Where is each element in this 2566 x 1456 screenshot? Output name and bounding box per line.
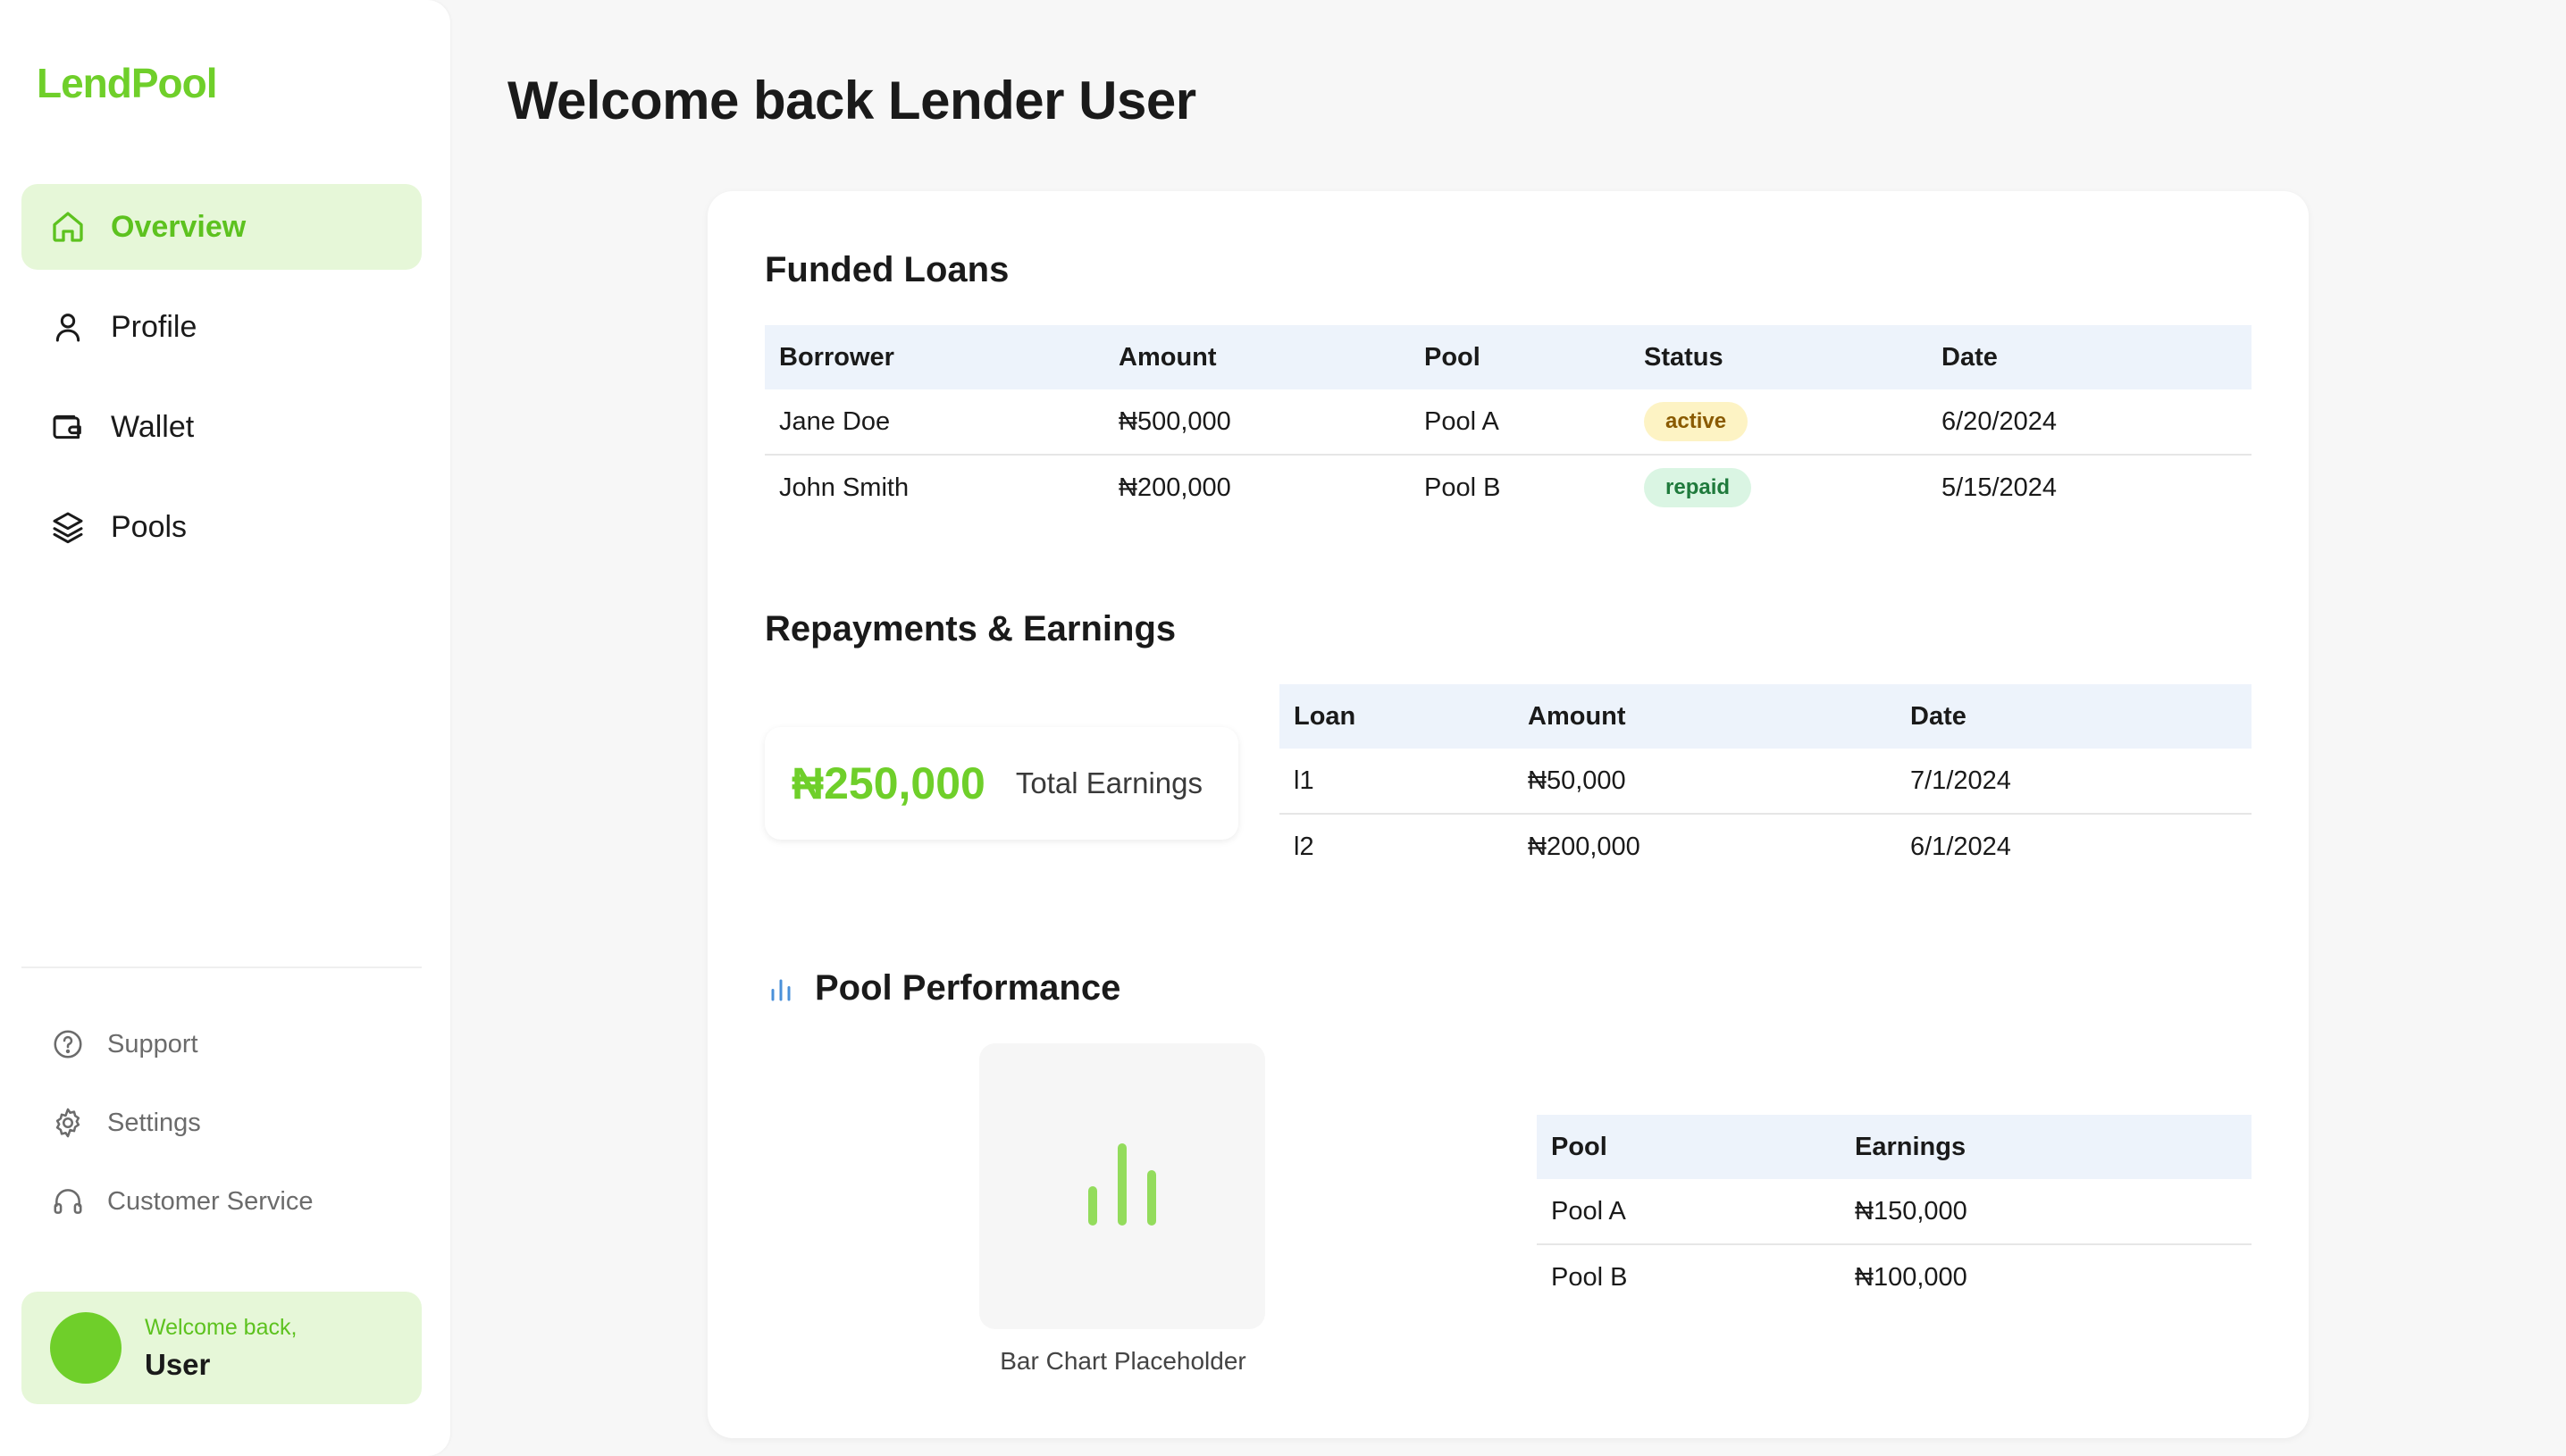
table-header-row: Borrower Amount Pool Status Date [765,325,2252,389]
column-header: Date [1896,684,2252,749]
sidebar: LendPool Overview Profile Wallet Pools S… [0,0,450,1456]
cell-date: 7/1/2024 [1896,749,2252,815]
status-badge: repaid [1644,468,1752,507]
total-earnings-card: ₦250,000 Total Earnings [765,727,1238,840]
status-badge: active [1644,402,1748,441]
funded-loans-title: Funded Loans [765,250,1010,289]
cell-date: 6/1/2024 [1910,832,2011,861]
user-name: User [145,1347,211,1381]
cell-pool: Pool B [1551,1262,1628,1292]
cell-amount: ₦200,000 [1119,473,1231,502]
cell-borrower: Jane Doe [765,389,1104,456]
cell-status: active [1630,389,1927,456]
cell-loan: l1 [1279,749,1514,815]
bar-chart-placeholder [979,1043,1265,1329]
wallet-icon [48,407,88,447]
cell-date: 5/15/2024 [1941,473,2058,502]
sidebar-item-settings[interactable]: Settings [48,1100,201,1145]
table-row: l2 ₦200,000 6/1/2024 [1279,814,2252,879]
user-icon [48,307,88,347]
table-row: Jane Doe ₦500,000 Pool A active 6/20/202… [765,389,2252,456]
column-header: Pool [1537,1115,1841,1179]
user-card[interactable]: Welcome back, User [21,1292,422,1404]
cell-borrower: John Smith [779,473,910,502]
column-header: Date [1927,325,2252,389]
column-header: Amount [1514,684,1896,749]
repayments-table: Loan Amount Date l1 ₦50,000 7/1/2024 l2 … [1279,684,2252,879]
sidebar-item-label: Pools [111,509,188,544]
headphones-icon [48,1182,88,1221]
table-header-row: Pool Earnings [1537,1115,2252,1179]
dashboard-card: Funded Loans Borrower Amount Pool Status… [708,191,2309,1438]
placeholder-bar [1118,1143,1127,1226]
table-row: l1 ₦50,000 7/1/2024 [1279,749,2252,815]
page-title: Welcome back Lender User [507,71,1196,130]
sidebar-item-profile[interactable]: Profile [21,284,422,370]
column-header: Pool [1410,325,1630,389]
welcome-greeting: Welcome back, [145,1314,298,1340]
cell-pool: Pool B [1424,473,1501,502]
sidebar-item-label: Overview [111,209,247,244]
cell-earnings: ₦150,000 [1841,1179,2252,1245]
table-row: Pool B ₦100,000 [1537,1244,2252,1310]
home-icon [48,207,88,247]
avatar [50,1312,122,1384]
placeholder-bar [1147,1170,1156,1226]
sidebar-item-wallet[interactable]: Wallet [21,384,422,470]
sidebar-item-label: Customer Service [107,1186,314,1216]
column-header: Loan [1279,684,1514,749]
pool-performance-header: Pool Performance [765,968,1120,1008]
cell-amount: ₦200,000 [1528,832,1640,861]
cell-earnings: ₦100,000 [1855,1262,1967,1292]
column-header: Amount [1104,325,1410,389]
cell-amount: ₦500,000 [1104,389,1410,456]
pool-performance-table: Pool Earnings Pool A ₦150,000 Pool B ₦10… [1537,1115,2252,1310]
table-header-row: Loan Amount Date [1279,684,2252,749]
sidebar-item-label: Wallet [111,409,195,444]
cell-amount: ₦50,000 [1514,749,1896,815]
cell-loan: l2 [1294,832,1314,861]
cell-pool: Pool A [1410,389,1630,456]
cell-pool: Pool A [1537,1179,1841,1245]
table-row: Pool A ₦150,000 [1537,1179,2252,1245]
table-row: John Smith ₦200,000 Pool B repaid 5/15/2… [765,455,2252,520]
sidebar-item-label: Profile [111,309,197,344]
funded-loans-table: Borrower Amount Pool Status Date Jane Do… [765,325,2252,520]
sidebar-divider [21,966,422,968]
pool-performance-title: Pool Performance [815,968,1121,1008]
sidebar-item-overview[interactable]: Overview [21,184,422,270]
app-logo[interactable]: LendPool [37,59,218,107]
column-header: Status [1630,325,1927,389]
total-earnings-value: ₦250,000 [792,758,985,808]
sidebar-item-pools[interactable]: Pools [21,484,422,570]
cell-status: repaid [1630,455,1927,520]
cell-date: 6/20/2024 [1927,389,2252,456]
layers-icon [48,507,88,547]
sidebar-item-label: Settings [107,1108,201,1137]
column-header: Borrower [765,325,1104,389]
chart-caption: Bar Chart Placeholder [1000,1347,1246,1375]
bar-chart-icon [765,973,797,1005]
total-earnings-label: Total Earnings [1015,766,1203,799]
repayments-title: Repayments & Earnings [765,609,1177,649]
placeholder-bar [1088,1186,1097,1226]
column-header: Earnings [1841,1115,2252,1179]
help-circle-icon [48,1025,88,1064]
sidebar-item-label: Support [107,1029,198,1059]
sidebar-item-customer-service[interactable]: Customer Service [48,1179,313,1224]
sidebar-item-support[interactable]: Support [48,1022,198,1067]
gear-icon [48,1103,88,1142]
